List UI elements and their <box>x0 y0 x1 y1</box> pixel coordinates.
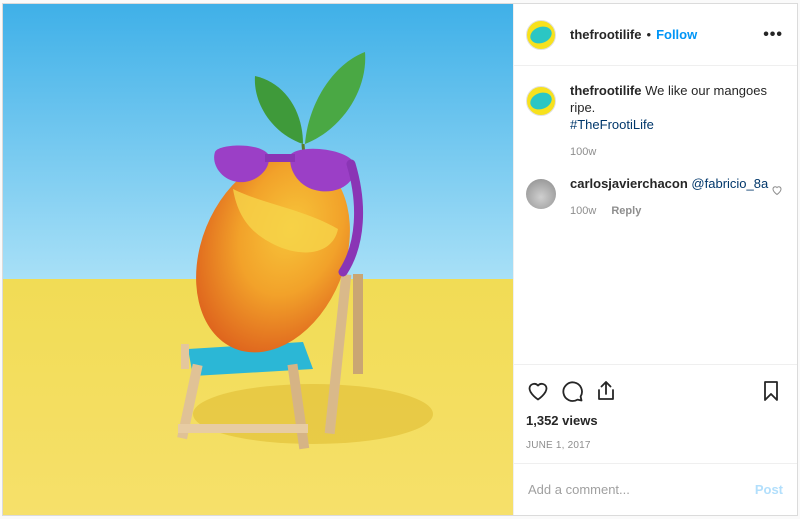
more-icon[interactable]: ••• <box>763 26 783 44</box>
comment-meta: 100w <box>570 144 783 161</box>
mention-link[interactable]: @fabricio_8a <box>691 176 768 191</box>
share-icon[interactable] <box>594 379 618 403</box>
post-button[interactable]: Post <box>755 482 783 497</box>
heart-icon[interactable] <box>526 379 550 403</box>
caption-comment: thefrootilife We like our mangoes ripe. … <box>526 82 783 161</box>
separator-dot: • <box>646 27 652 42</box>
comment-body: carlosjavierchacon @fabricio_8a 100w Rep… <box>570 175 783 220</box>
caption-avatar[interactable] <box>526 86 556 116</box>
comment-icon[interactable] <box>560 379 584 403</box>
view-count[interactable]: 1,352 views <box>526 413 783 428</box>
bookmark-icon[interactable] <box>759 379 783 403</box>
comment-time[interactable]: 100w <box>570 205 596 217</box>
comment-body: thefrootilife We like our mangoes ripe. … <box>570 82 783 161</box>
comment-time[interactable]: 100w <box>570 146 596 158</box>
post-sidebar: thefrootilife • Follow ••• thefrootilife… <box>513 4 797 515</box>
action-icons <box>526 373 783 409</box>
author-avatar[interactable] <box>526 19 556 50</box>
action-bar: 1,352 views JUNE 1, 2017 <box>514 364 797 463</box>
author-username[interactable]: thefrootilife <box>570 27 642 42</box>
reply-button[interactable]: Reply <box>611 205 641 217</box>
post-container: thefrootilife • Follow ••• thefrootilife… <box>2 3 798 516</box>
post-header: thefrootilife • Follow ••• <box>514 4 797 66</box>
post-date[interactable]: JUNE 1, 2017 <box>526 440 783 451</box>
comment-meta: 100w Reply <box>570 203 783 220</box>
hashtag-link[interactable]: #TheFrootiLife <box>570 117 654 132</box>
user-comment: carlosjavierchacon @fabricio_8a 100w Rep… <box>526 175 783 220</box>
comment-input[interactable] <box>526 481 755 498</box>
comments-list: thefrootilife We like our mangoes ripe. … <box>514 66 797 364</box>
comment-username[interactable]: carlosjavierchacon <box>570 176 688 191</box>
comment-composer: Post <box>514 463 797 515</box>
follow-button[interactable]: Follow <box>656 27 697 42</box>
mango-photo <box>3 4 513 515</box>
like-comment-heart-icon[interactable] <box>771 183 783 201</box>
post-image[interactable] <box>3 4 513 515</box>
comment-username[interactable]: thefrootilife <box>570 83 642 98</box>
commenter-avatar[interactable] <box>526 179 556 209</box>
